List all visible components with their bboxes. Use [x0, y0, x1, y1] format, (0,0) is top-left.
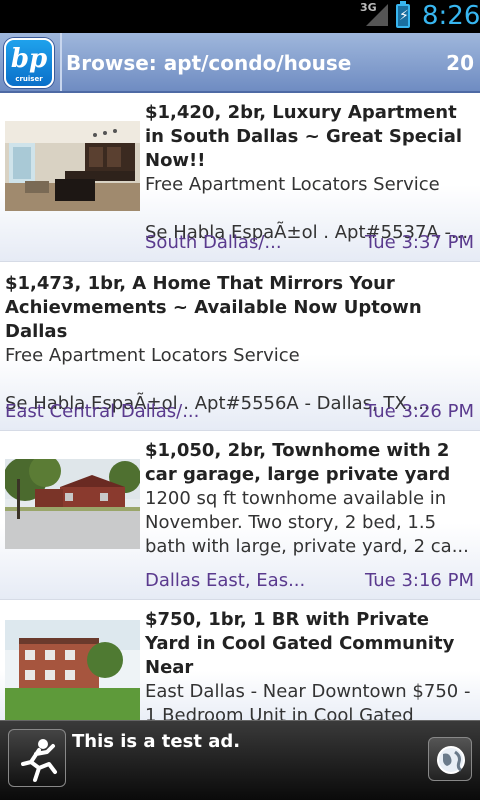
status-bar: 3G ⚡ 8:26: [0, 0, 480, 33]
app-logo[interactable]: bp cruiser: [4, 38, 54, 88]
apartment-building-photo: [5, 620, 140, 720]
listing-footer: South Dallas/... Tue 3:37 PM: [5, 231, 474, 255]
listing-desc: Free Apartment Locators Service: [5, 345, 300, 366]
listing-text: $1,420, 2br, Luxury Apartment in South D…: [145, 101, 480, 245]
ad-banner[interactable]: This is a test ad.: [0, 720, 480, 800]
townhome-exterior-photo: [5, 459, 140, 549]
app-header: bp cruiser Browse: apt/condo/house 20: [0, 33, 480, 93]
listing-text: $1,473, 1br, A Home That Mirrors Your Ac…: [5, 272, 475, 416]
globe-icon[interactable]: [428, 737, 472, 781]
battery-charging-icon: ⚡: [396, 1, 410, 28]
listing-row[interactable]: $1,473, 1br, A Home That Mirrors Your Ac…: [0, 262, 480, 431]
status-clock: 8:26: [422, 1, 480, 31]
listing-footer: East Central Dallas/... Tue 3:26 PM: [5, 400, 474, 424]
listing-text: $1,050, 2br, Townhome with 2 car garage,…: [145, 439, 480, 559]
ad-text: This is a test ad.: [72, 731, 241, 752]
header-divider: [60, 33, 62, 91]
result-count: 20: [446, 51, 474, 75]
listing-desc: 1200 sq ft townhome available in Novembe…: [145, 488, 469, 557]
listing-location: Dallas East, Eas...: [145, 570, 306, 591]
listing-location: East Central Dallas/...: [5, 401, 200, 422]
listing-row[interactable]: $1,050, 2br, Townhome with 2 car garage,…: [0, 431, 480, 600]
listing-time: Tue 3:16 PM: [365, 570, 474, 591]
runner-icon[interactable]: [8, 729, 66, 787]
page-title: Browse: apt/condo/house: [66, 51, 352, 75]
listing-time: Tue 3:26 PM: [365, 401, 474, 422]
listing-row[interactable]: $750, 1br, 1 BR with Private Yard in Coo…: [0, 600, 480, 720]
listing-row[interactable]: $1,420, 2br, Luxury Apartment in South D…: [0, 93, 480, 262]
listing-footer: Dallas East, Eas... Tue 3:16 PM: [5, 569, 474, 593]
logo-subtext: cruiser: [15, 75, 43, 83]
logo-text: bp: [10, 44, 48, 74]
listing-desc: East Dallas - Near Downtown $750 - 1 Bed…: [145, 681, 471, 720]
listing-desc: Free Apartment Locators Service: [145, 174, 440, 195]
listing-location: South Dallas/...: [145, 232, 282, 253]
listing-title: $750, 1br, 1 BR with Private Yard in Coo…: [145, 609, 455, 678]
listing-list[interactable]: $1,420, 2br, Luxury Apartment in South D…: [0, 93, 480, 720]
listing-title: $1,473, 1br, A Home That Mirrors Your Ac…: [5, 273, 422, 342]
apartment-interior-photo: [5, 121, 140, 211]
signal-icon: [366, 4, 388, 26]
listing-title: $1,050, 2br, Townhome with 2 car garage,…: [145, 440, 451, 485]
listing-title: $1,420, 2br, Luxury Apartment in South D…: [145, 102, 463, 171]
listing-time: Tue 3:37 PM: [365, 232, 474, 253]
listing-text: $750, 1br, 1 BR with Private Yard in Coo…: [145, 608, 480, 720]
